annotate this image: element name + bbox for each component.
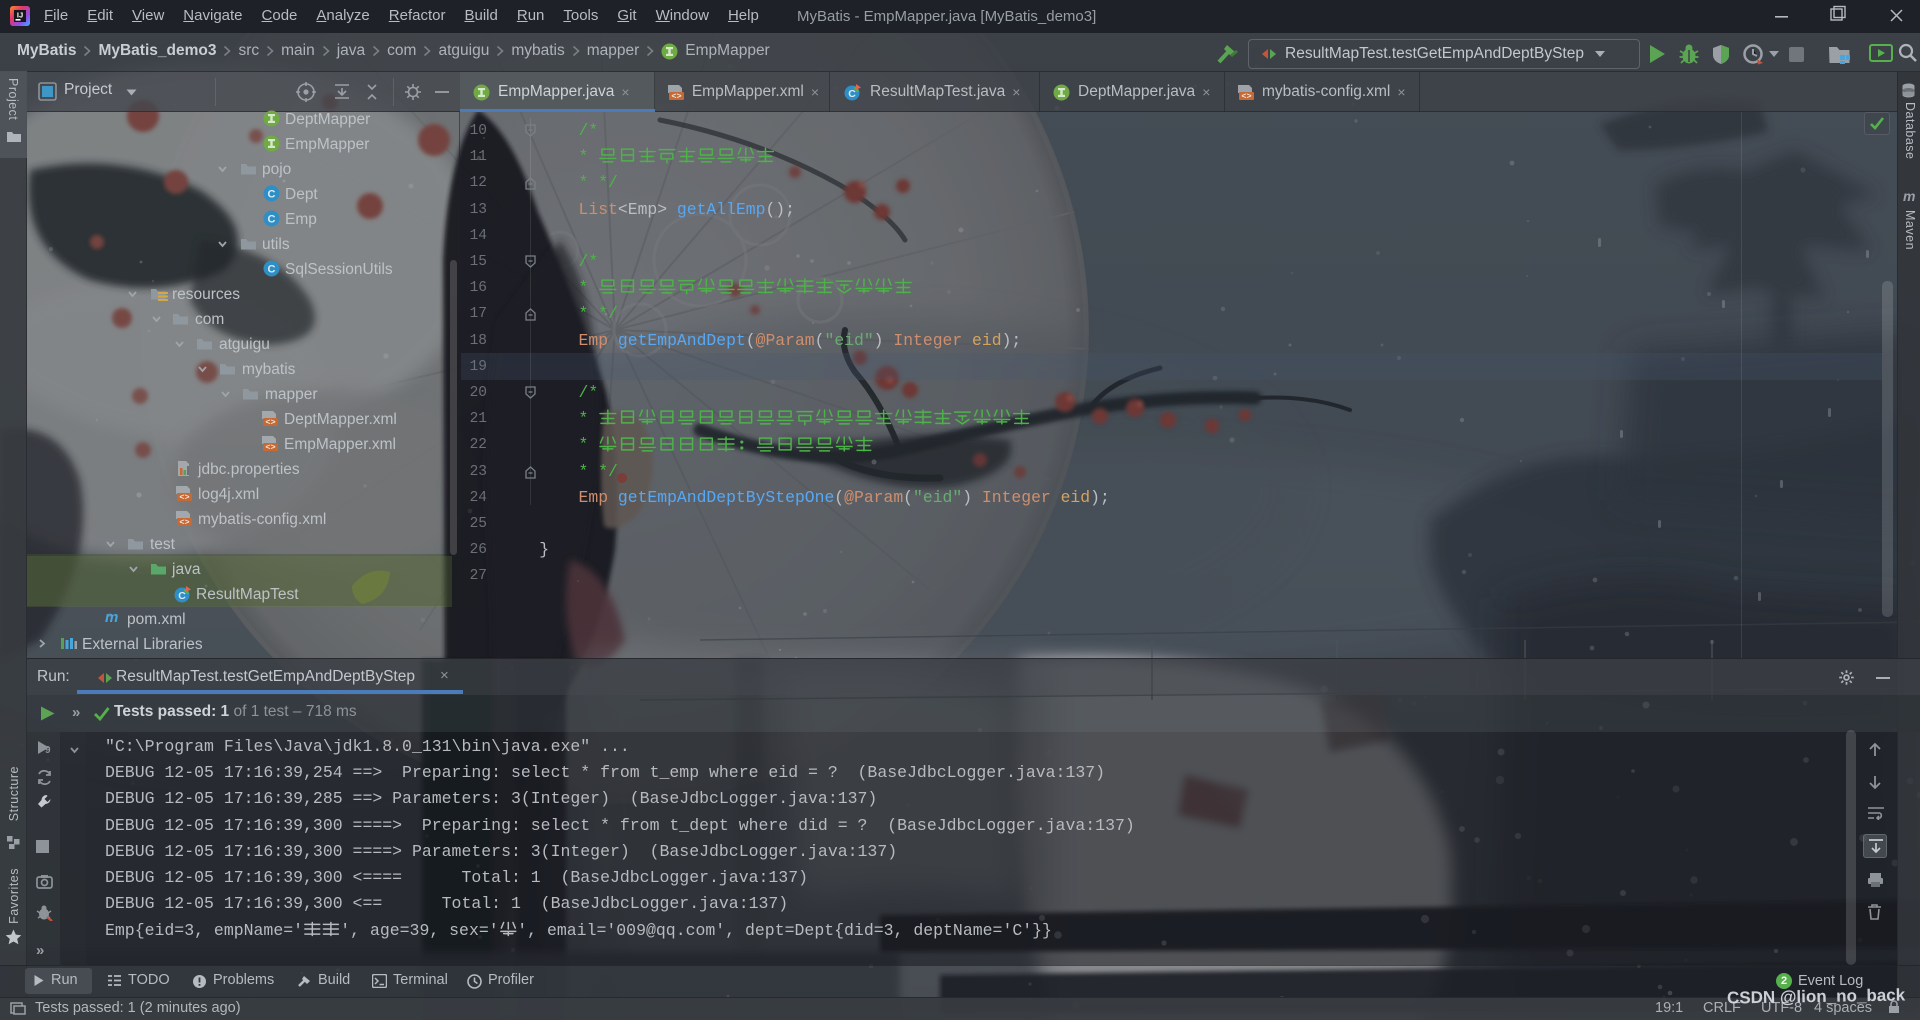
svg-text:C: C bbox=[848, 88, 856, 100]
svg-text:C: C bbox=[268, 214, 276, 226]
svg-text:<>: <> bbox=[179, 518, 189, 528]
svg-text:<>: <> bbox=[1241, 91, 1251, 101]
svg-text:<>: <> bbox=[265, 418, 275, 428]
svg-text:<>: <> bbox=[671, 91, 681, 101]
svg-text:C: C bbox=[268, 189, 276, 201]
svg-text:<>: <> bbox=[265, 443, 275, 453]
svg-text:C: C bbox=[268, 264, 276, 276]
svg-text:C: C bbox=[178, 590, 186, 602]
svg-text:IJ: IJ bbox=[17, 11, 23, 20]
svg-text:9: 9 bbox=[45, 745, 51, 756]
svg-text:<>: <> bbox=[179, 493, 189, 503]
